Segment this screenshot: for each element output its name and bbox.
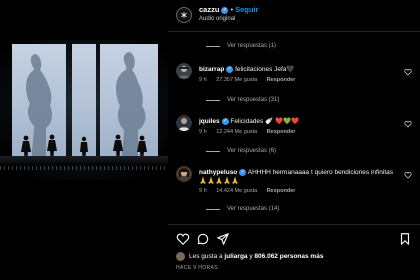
follow-button[interactable]: Seguir (235, 5, 258, 14)
verified-badge-icon: ✓ (221, 117, 229, 125)
likes-count[interactable]: 806.062 personas más (254, 253, 323, 260)
avatar[interactable] (176, 63, 192, 79)
like-heart-icon[interactable] (176, 232, 190, 246)
liker-avatar (176, 252, 185, 261)
comment-text: bizarrap ✓ felicitaciones Jefa🖤 (199, 65, 399, 74)
view-replies-label: Ver respuestas (14) (227, 206, 280, 212)
avatar[interactable] (176, 166, 192, 182)
comment-message: Felicidades 🍼 ❤️💚❤️ (230, 118, 300, 125)
comment-likes[interactable]: 27.357 Me gusta (216, 77, 257, 83)
comment-time: 9 h (199, 129, 207, 135)
comment-likes[interactable]: 14.424 Me gusta (216, 188, 257, 194)
post-header: cazzu ✓ • Seguir Audio original (168, 0, 420, 30)
spider-logo-icon (180, 12, 188, 18)
comment-time: 9 h (199, 77, 207, 83)
replies-line (206, 99, 220, 101)
likes-prefix: Les gusta a (189, 253, 223, 260)
comment-text: jquiles ✓ Felicidades 🍼 ❤️💚❤️ (199, 117, 399, 126)
post-video-frame[interactable] (0, 0, 168, 280)
reply-button[interactable]: Responder (267, 129, 296, 135)
post-actions-bar (168, 232, 420, 246)
comment-likes[interactable]: 12.244 Me gusta (216, 129, 257, 135)
like-comment-heart-icon[interactable] (404, 171, 412, 179)
post-author-username[interactable]: cazzu (199, 5, 219, 14)
view-replies-link[interactable]: Ver respuestas (1) (206, 43, 276, 49)
reply-button[interactable]: Responder (267, 77, 296, 83)
comment-meta: 9 h 12.244 Me gusta Responder (199, 129, 303, 135)
verified-badge-icon: ✓ (226, 65, 234, 73)
comments-panel: cazzu ✓ • Seguir Audio original Ver respues… (168, 0, 420, 280)
likes-joiner: y (249, 253, 253, 260)
verified-badge-icon: ✓ (221, 6, 229, 14)
like-comment-heart-icon[interactable] (404, 68, 412, 76)
comment-username[interactable]: nathypeluso (199, 169, 237, 176)
liker-username[interactable]: juliarga (224, 253, 247, 260)
like-comment-heart-icon[interactable] (404, 120, 412, 128)
share-send-icon[interactable] (216, 232, 230, 246)
stage-lights (0, 166, 168, 170)
post-time-ago[interactable]: HACE 9 HORAS (176, 265, 218, 271)
likes-summary[interactable]: Les gusta a juliarga y 806.062 personas … (176, 252, 323, 261)
header-separator: • (230, 5, 234, 14)
view-replies-label: Ver respuestas (6) (227, 148, 277, 154)
view-replies-link[interactable]: Ver respuestas (6) (206, 148, 276, 154)
audio-label[interactable]: Audio original (199, 16, 235, 22)
header-divider (168, 31, 420, 32)
avatar[interactable] (176, 115, 192, 131)
avatar[interactable] (176, 7, 192, 23)
comment-username[interactable]: jquiles (199, 118, 220, 125)
comment-username[interactable]: bizarrap (199, 66, 224, 73)
verified-badge-icon: ✓ (239, 168, 247, 176)
reply-button[interactable]: Responder (267, 188, 296, 194)
comment-meta: 9 h 27.357 Me gusta Responder (199, 77, 303, 83)
actions-divider (168, 224, 420, 225)
instagram-post-view: cazzu ✓ • Seguir Audio original Ver respues… (0, 0, 420, 280)
view-replies-label: Ver respuestas (1) (227, 43, 277, 49)
comment-text: nathypeluso ✓ AHHHH hermanaaaa t quiero b… (199, 168, 399, 186)
replies-line (206, 150, 220, 152)
stage-floor (0, 156, 168, 166)
view-replies-link[interactable]: Ver respuestas (31) (206, 97, 279, 103)
comment-meta: 9 h 14.424 Me gusta Responder (199, 188, 303, 194)
save-bookmark-icon[interactable] (398, 232, 412, 246)
view-replies-link[interactable]: Ver respuestas (14) (206, 206, 279, 212)
comment-message: felicitaciones Jefa🖤 (235, 66, 295, 73)
comment-time: 9 h (199, 188, 207, 194)
replies-line (206, 208, 220, 210)
replies-line (206, 45, 220, 47)
view-replies-label: Ver respuestas (31) (227, 97, 280, 103)
comment-bubble-icon[interactable] (196, 232, 210, 246)
